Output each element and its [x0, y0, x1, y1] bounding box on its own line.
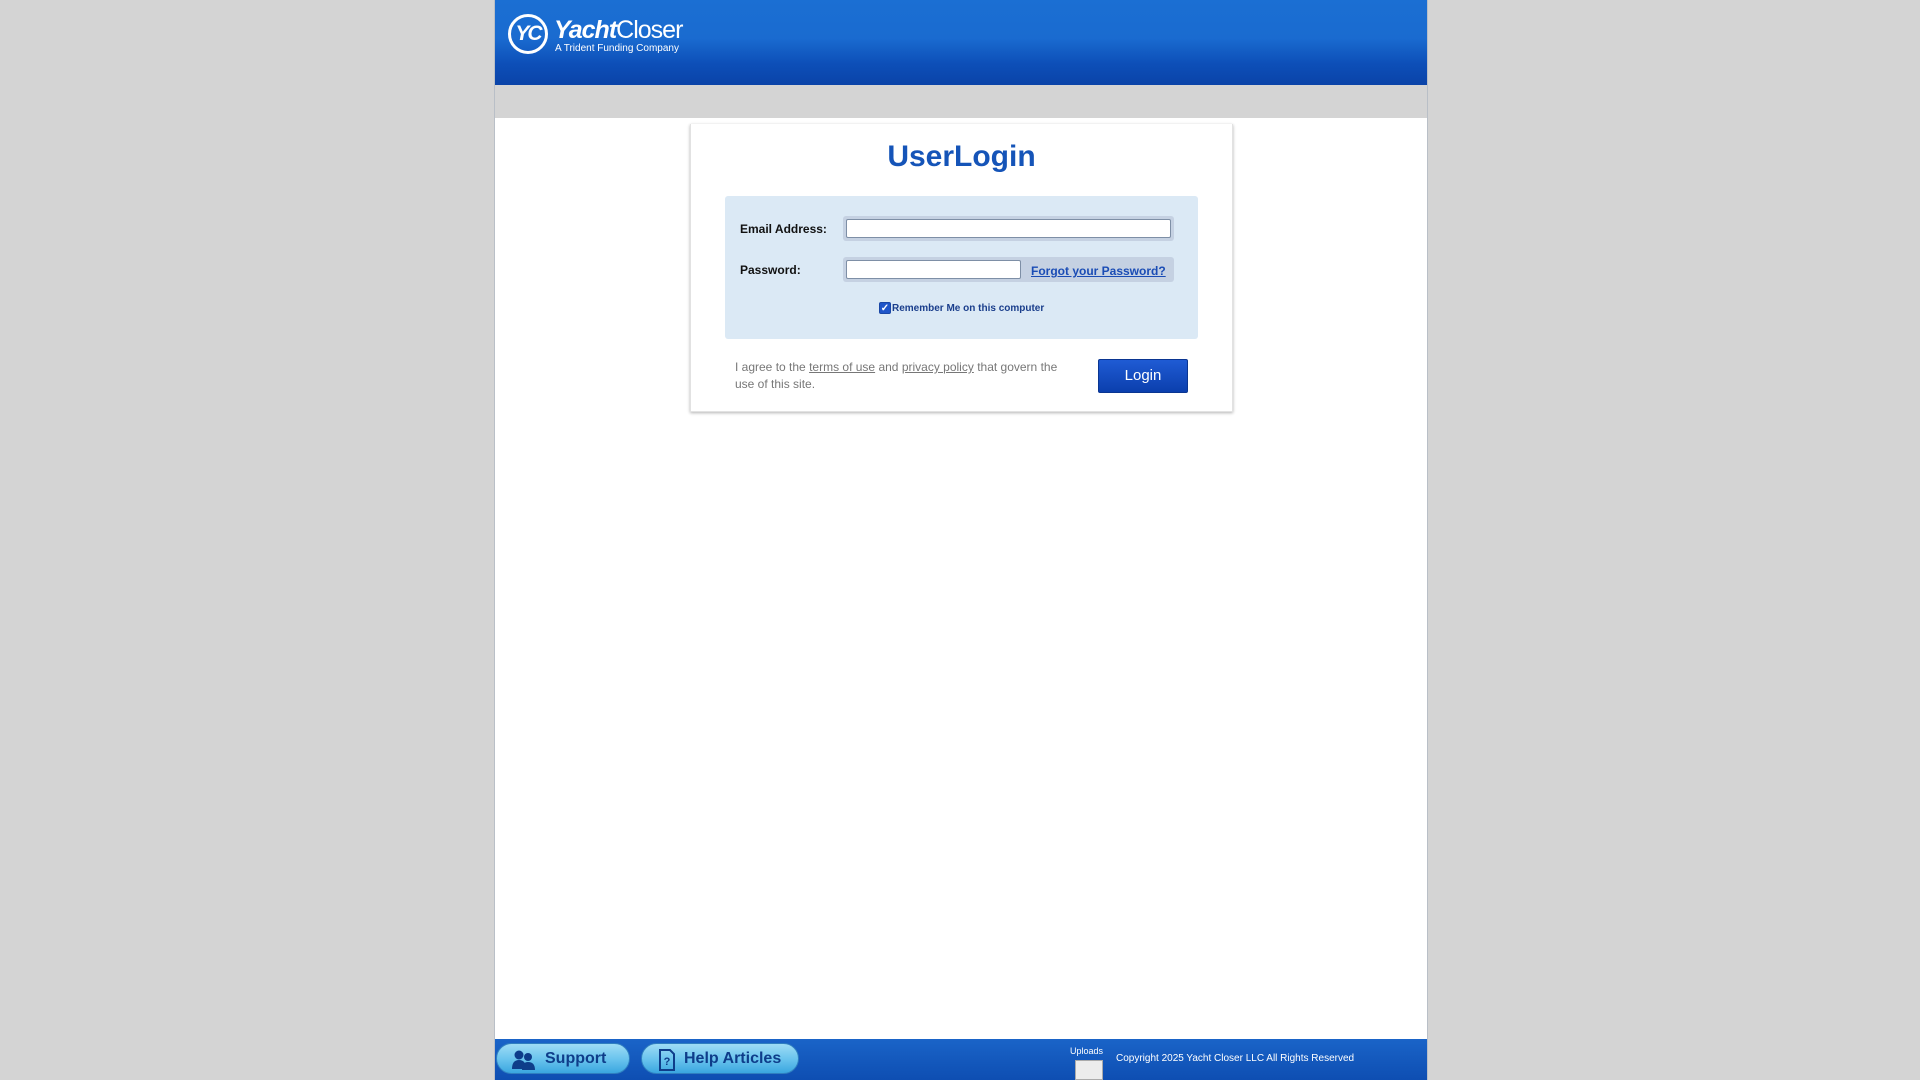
logo-name-bold: Yacht — [554, 16, 617, 44]
login-form-panel: Email Address: Password: Forgot your Pas… — [725, 196, 1198, 339]
svg-text:?: ? — [664, 1056, 671, 1068]
forgot-password-link[interactable]: Forgot your Password? — [1031, 264, 1166, 278]
header-bar: YC YachtCloser A Trident Funding Company — [495, 0, 1427, 85]
terms-of-use-link[interactable]: terms of use — [809, 360, 875, 374]
page-container: YC YachtCloser A Trident Funding Company… — [494, 0, 1428, 1080]
login-card: UserLogin Email Address: Password: Forgo… — [690, 124, 1233, 412]
password-field-frame: Forgot your Password? — [843, 257, 1174, 282]
yachtcloser-logo[interactable]: YC YachtCloser A Trident Funding Company — [508, 14, 683, 56]
privacy-policy-link[interactable]: privacy policy — [902, 360, 974, 374]
remember-me-row[interactable]: ✓ Remember Me on this computer — [879, 302, 1044, 314]
logo-mark: YC — [508, 14, 548, 54]
agree-prefix: I agree to the — [735, 360, 806, 374]
agree-and: and — [878, 360, 899, 374]
email-label: Email Address: — [740, 222, 827, 236]
help-articles-label: Help Articles — [684, 1050, 782, 1067]
remember-me-label: Remember Me on this computer — [892, 302, 1045, 314]
page-title: UserLogin — [887, 140, 1036, 173]
logo-tagline: A Trident Funding Company — [555, 43, 679, 54]
email-field-frame — [843, 216, 1174, 241]
footer-bar: Support ? Help Articles Uploads Copyrigh… — [495, 1039, 1427, 1080]
logo-name-light: Closer — [616, 16, 683, 44]
login-button[interactable]: Login — [1098, 359, 1188, 393]
terms-agreement-text: I agree to the terms of use and privacy … — [735, 359, 1065, 393]
password-label: Password: — [740, 263, 801, 277]
uploads-label: Uploads — [1070, 1046, 1104, 1056]
help-document-icon: ? — [659, 1049, 675, 1071]
logo-name: YachtCloser — [554, 16, 683, 44]
copyright-text: Copyright 2025 Yacht Closer LLC All Righ… — [1116, 1053, 1355, 1064]
support-button[interactable]: Support — [496, 1043, 630, 1074]
remember-me-checkbox[interactable]: ✓ — [879, 302, 891, 314]
password-field[interactable] — [846, 260, 1021, 279]
sub-navigation-bar — [495, 85, 1427, 118]
support-people-icon — [512, 1050, 535, 1070]
email-field[interactable] — [846, 219, 1171, 238]
uploads-widget[interactable] — [1075, 1060, 1103, 1080]
support-button-label: Support — [545, 1050, 607, 1067]
help-articles-button[interactable]: ? Help Articles — [641, 1043, 799, 1074]
